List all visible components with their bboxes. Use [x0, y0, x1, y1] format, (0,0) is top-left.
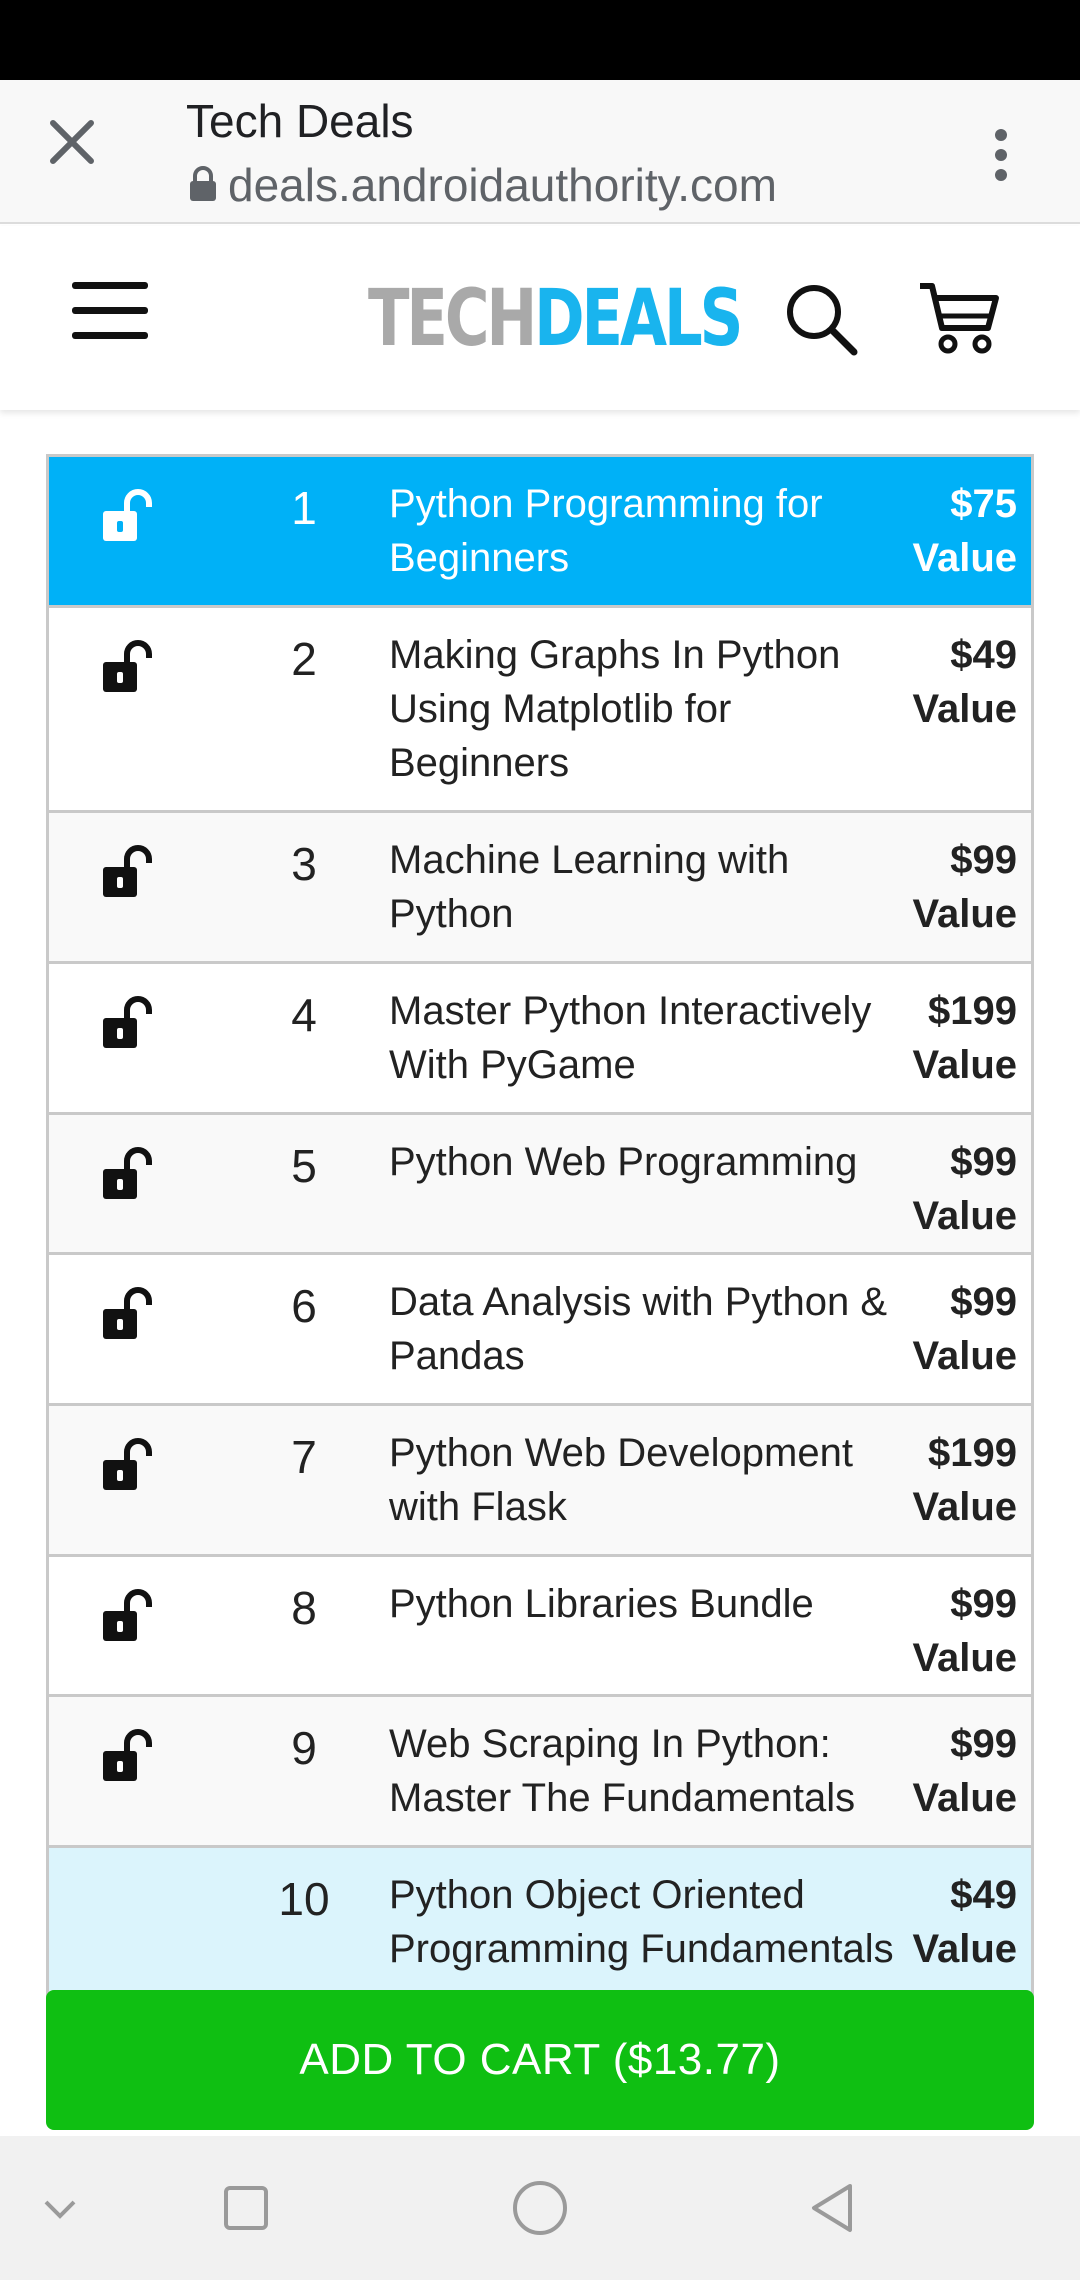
course-price: $199 — [928, 1431, 1017, 1475]
value-label: Value — [912, 1776, 1017, 1820]
search-icon[interactable] — [784, 282, 858, 356]
course-price: $99 — [950, 1280, 1017, 1324]
table-row: 8 Python Libraries Bundle $99 Value — [49, 1557, 1031, 1697]
recents-square-icon[interactable] — [214, 2176, 278, 2240]
site-logo[interactable]: TECHDEALS — [368, 274, 743, 364]
table-row: 2 Making Graphs In Python Using Matplotli… — [49, 608, 1031, 813]
course-price: $199 — [928, 989, 1017, 1033]
url-display[interactable]: deals.androidauthority.com — [188, 158, 777, 212]
lock-icon — [190, 166, 216, 201]
table-row: 9 Web Scraping In Python: Master The Fund… — [49, 1697, 1031, 1848]
value-label: Value — [912, 1485, 1017, 1529]
value-label: Value — [912, 892, 1017, 936]
course-name: Python Web Development with Flask — [389, 1431, 853, 1529]
more-options-icon[interactable] — [976, 120, 1026, 190]
course-price: $99 — [950, 1582, 1017, 1626]
table-row: 7 Python Web Development with Flask $199 Va… — [49, 1406, 1031, 1557]
course-number: 8 — [291, 1582, 317, 1634]
course-number: 7 — [291, 1431, 317, 1483]
course-value: $99 Value — [912, 1275, 1017, 1383]
course-name: Python Object Oriented Programming Funda… — [389, 1873, 894, 1971]
status-bar — [0, 0, 1080, 80]
course-number: 9 — [291, 1722, 317, 1774]
course-number: 10 — [278, 1873, 330, 1925]
course-name: Machine Learning with Python — [389, 838, 790, 936]
table-row: 5 Python Web Programming $99 Value — [49, 1115, 1031, 1255]
value-label: Value — [912, 687, 1017, 731]
course-value: $49 Value — [912, 628, 1017, 736]
value-label: Value — [912, 536, 1017, 580]
table-row: 1 Python Programming for Beginners $75 Valu… — [49, 457, 1031, 608]
unlock-icon — [97, 1281, 159, 1343]
value-label: Value — [912, 1334, 1017, 1378]
browser-toolbar: Tech Deals deals.androidauthority.com — [0, 80, 1080, 224]
unlock-icon — [97, 1723, 159, 1785]
site-header: TECHDEALS — [0, 226, 1080, 410]
unlock-icon — [97, 990, 159, 1052]
course-price: $49 — [950, 633, 1017, 677]
unlock-icon — [97, 483, 159, 545]
page-title: Tech Deals — [186, 95, 414, 147]
course-number: 5 — [291, 1140, 317, 1192]
unlock-icon — [97, 839, 159, 901]
close-icon[interactable] — [40, 110, 104, 174]
cart-icon[interactable] — [918, 280, 1000, 358]
course-price: $99 — [950, 1140, 1017, 1184]
course-value: $49 Value — [912, 1868, 1017, 1976]
url-text: deals.androidauthority.com — [228, 159, 777, 211]
unlock-icon — [97, 1432, 159, 1494]
course-number: 4 — [291, 989, 317, 1041]
course-value: $99 Value — [912, 1135, 1017, 1243]
course-value: $199 Value — [912, 984, 1017, 1092]
value-label: Value — [912, 1043, 1017, 1087]
unlock-icon — [97, 1141, 159, 1203]
course-table: 1 Python Programming for Beginners $75 Valu… — [46, 454, 1034, 2046]
course-price: $75 — [950, 482, 1017, 526]
value-label: Value — [912, 1194, 1017, 1238]
value-label: Value — [912, 1636, 1017, 1680]
course-number: 1 — [291, 482, 317, 534]
course-name: Python Libraries Bundle — [389, 1582, 814, 1626]
course-value: $75 Value — [912, 477, 1017, 585]
unlock-icon — [97, 1583, 159, 1645]
course-number: 2 — [291, 633, 317, 685]
back-triangle-icon[interactable] — [800, 2176, 864, 2240]
home-circle-icon[interactable] — [508, 2176, 572, 2240]
value-label: Value — [912, 1927, 1017, 1971]
course-number: 6 — [291, 1280, 317, 1332]
course-value: $99 Value — [912, 1717, 1017, 1825]
table-row: 6 Data Analysis with Python & Pandas $99 Va… — [49, 1255, 1031, 1406]
course-name: Data Analysis with Python & Pandas — [389, 1280, 888, 1378]
course-number: 3 — [291, 838, 317, 890]
system-nav-bar — [0, 2136, 1080, 2280]
course-value: $199 Value — [912, 1426, 1017, 1534]
course-price: $99 — [950, 838, 1017, 882]
add-to-cart-button[interactable]: ADD TO CART ($13.77) — [46, 1990, 1034, 2130]
course-value: $99 Value — [912, 1577, 1017, 1685]
course-name: Master Python Interactively With PyGame — [389, 989, 872, 1087]
table-row: 4 Master Python Interactively With PyGame… — [49, 964, 1031, 1115]
course-value: $99 Value — [912, 833, 1017, 941]
course-name: Making Graphs In Python Using Matplotlib… — [389, 633, 841, 785]
table-row: 3 Machine Learning with Python $99 Value — [49, 813, 1031, 964]
course-price: $99 — [950, 1722, 1017, 1766]
course-name: Web Scraping In Python: Master The Funda… — [389, 1722, 856, 1820]
hamburger-menu-icon[interactable] — [72, 282, 152, 352]
unlock-icon — [97, 634, 159, 696]
course-name: Python Web Programming — [389, 1140, 858, 1184]
course-price: $49 — [950, 1873, 1017, 1917]
chevron-down-icon[interactable] — [28, 2176, 92, 2240]
course-name: Python Programming for Beginners — [389, 482, 823, 580]
